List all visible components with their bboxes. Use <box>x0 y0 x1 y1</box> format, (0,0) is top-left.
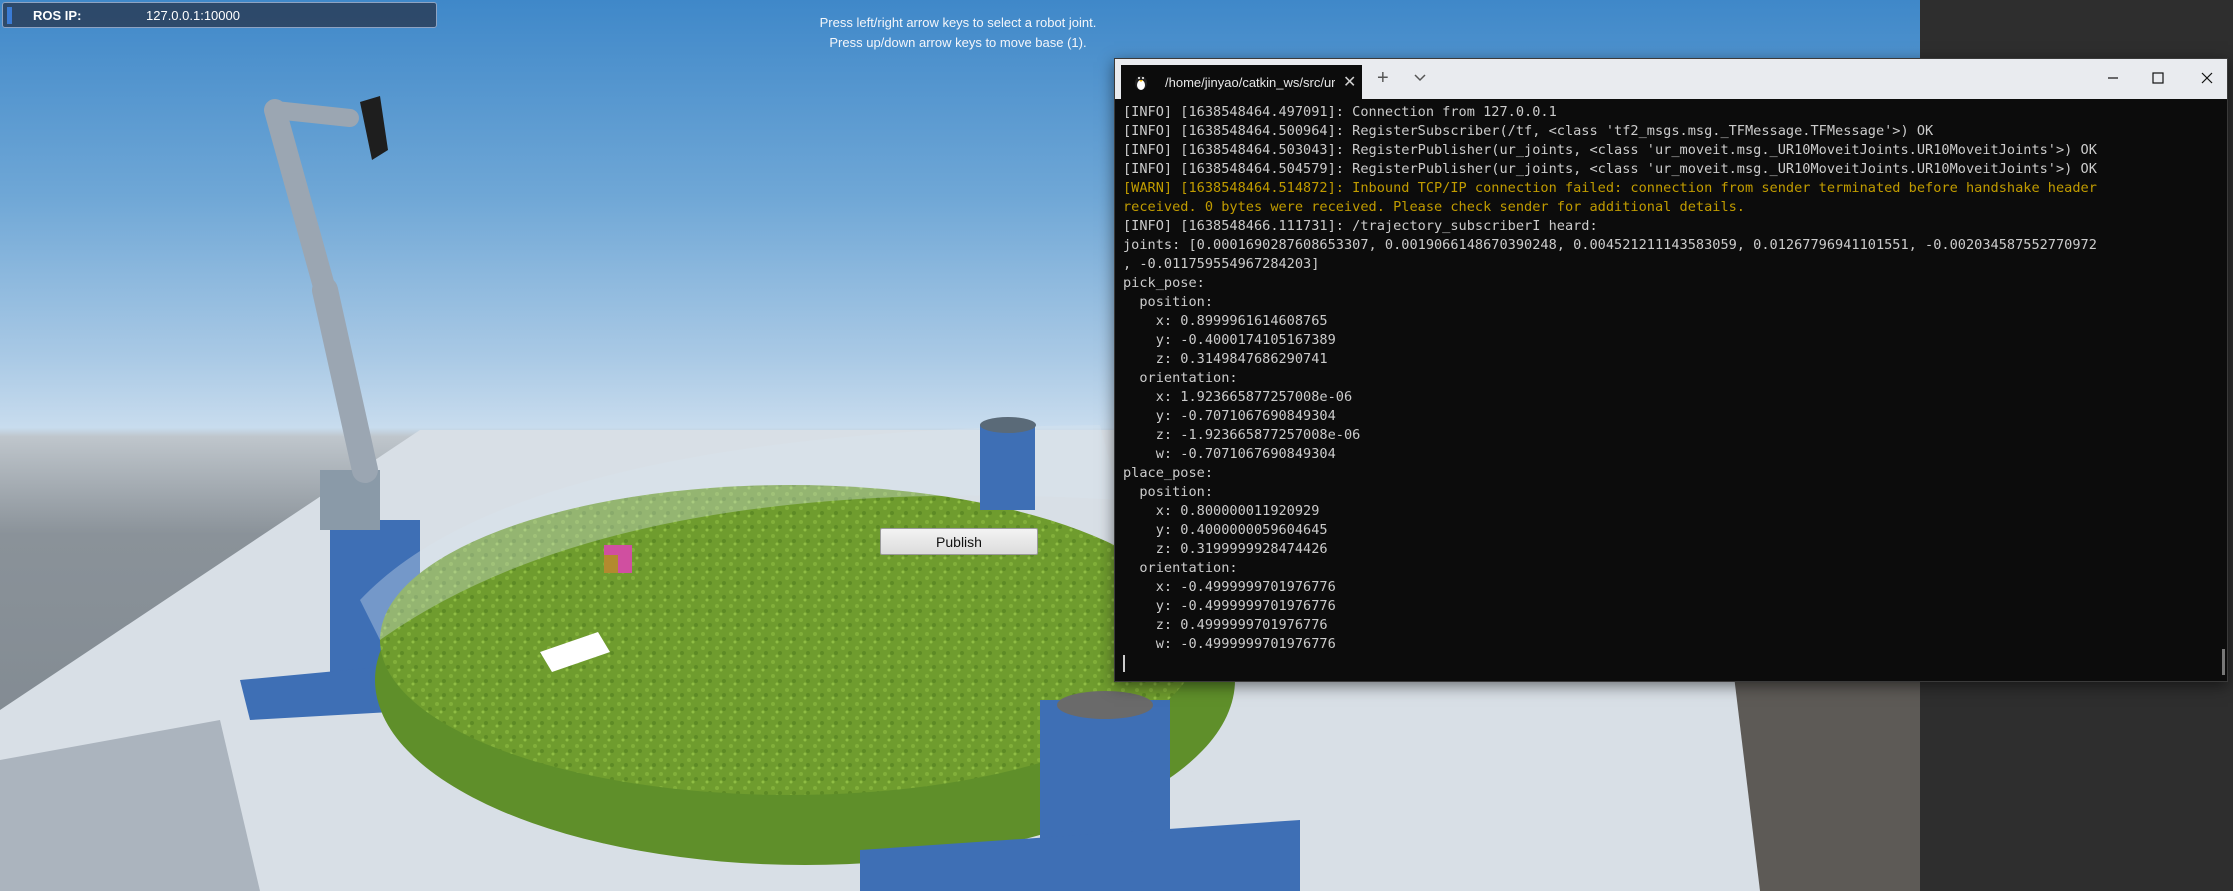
log-line: position: <box>1123 484 1214 500</box>
ros-ip-value[interactable]: 127.0.0.1:10000 <box>146 8 240 23</box>
tab-title: /home/jinyao/catkin_ws/src/ur_ <box>1165 75 1335 90</box>
terminal-titlebar[interactable]: /home/jinyao/catkin_ws/src/ur_ ✕ + <box>1115 59 2227 99</box>
log-line: [INFO] [1638548464.497091]: Connection f… <box>1123 104 1557 120</box>
hint-line-2: Press up/down arrow keys to move base (1… <box>829 35 1087 50</box>
log-line: y: -0.7071067690849304 <box>1123 408 1336 424</box>
log-line: z: 0.4999999701976776 <box>1123 617 1328 633</box>
log-line: w: -0.7071067690849304 <box>1123 446 1336 462</box>
publish-button[interactable]: Publish <box>880 528 1038 555</box>
close-tab-icon[interactable]: ✕ <box>1343 72 1356 92</box>
close-window-icon[interactable] <box>2199 70 2215 86</box>
log-line: y: -0.4999999701976776 <box>1123 598 1336 614</box>
log-line: w: -0.4999999701976776 <box>1123 636 1336 652</box>
hud-accent <box>7 7 12 24</box>
terminal-scrollbar[interactable] <box>2222 649 2225 675</box>
log-line: orientation: <box>1123 370 1238 386</box>
log-line: [INFO] [1638548466.111731]: /trajectory_… <box>1123 218 1598 234</box>
ros-ip-label: ROS IP: <box>33 8 82 23</box>
pillar-back <box>980 417 1036 510</box>
log-line: pick_pose: <box>1123 275 1205 291</box>
log-line: joints: [0.0001690287608653307, 0.001906… <box>1123 237 2097 253</box>
chevron-down-icon[interactable] <box>1411 69 1429 85</box>
log-line: z: 0.3149847686290741 <box>1123 351 1328 367</box>
log-line: [INFO] [1638548464.504579]: RegisterPubl… <box>1123 161 2097 177</box>
text-cursor <box>1123 654 1125 672</box>
maximize-icon[interactable] <box>2150 70 2166 86</box>
log-line: , -0.011759554967284203] <box>1123 256 1320 272</box>
hint-line-1: Press left/right arrow keys to select a … <box>819 15 1097 30</box>
log-line: orientation: <box>1123 560 1238 576</box>
tux-icon <box>1135 76 1147 90</box>
log-line: y: -0.4000174105167389 <box>1123 332 1336 348</box>
log-line: x: 0.800000011920929 <box>1123 503 1320 519</box>
prompt-line[interactable] <box>1123 654 2213 673</box>
gripper <box>360 96 388 160</box>
log-line: z: 0.3199999928474426 <box>1123 541 1328 557</box>
log-line: z: -1.923665877257008e-06 <box>1123 427 1361 443</box>
log-line: y: 0.4000000059604645 <box>1123 522 1328 538</box>
terminal-tab[interactable]: /home/jinyao/catkin_ws/src/ur_ ✕ <box>1121 65 1362 99</box>
plus-icon[interactable]: + <box>1377 67 1389 90</box>
log-line-warn: received. 0 bytes were received. Please … <box>1123 199 1745 215</box>
ros-ip-hud: ROS IP: 127.0.0.1:10000 <box>2 2 437 28</box>
log-line: x: 1.923665877257008e-06 <box>1123 389 1353 405</box>
log-line: x: -0.4999999701976776 <box>1123 579 1336 595</box>
log-line: place_pose: <box>1123 465 1214 481</box>
log-line: [INFO] [1638548464.500964]: RegisterSubs… <box>1123 123 1934 139</box>
minimize-icon[interactable] <box>2105 70 2121 86</box>
terminal-window[interactable]: /home/jinyao/catkin_ws/src/ur_ ✕ + [INFO… <box>1114 58 2228 682</box>
log-line-warn: [WARN] [1638548464.514872]: Inbound TCP/… <box>1123 180 2097 196</box>
log-line: position: <box>1123 294 1214 310</box>
terminal-output[interactable]: [INFO] [1638548464.497091]: Connection f… <box>1123 103 2213 673</box>
log-line: [INFO] [1638548464.503043]: RegisterPubl… <box>1123 142 2097 158</box>
log-line: x: 0.8999961614608765 <box>1123 313 1328 329</box>
robot-arm <box>264 99 378 483</box>
controls-hint: Press left/right arrow keys to select a … <box>778 13 1138 53</box>
